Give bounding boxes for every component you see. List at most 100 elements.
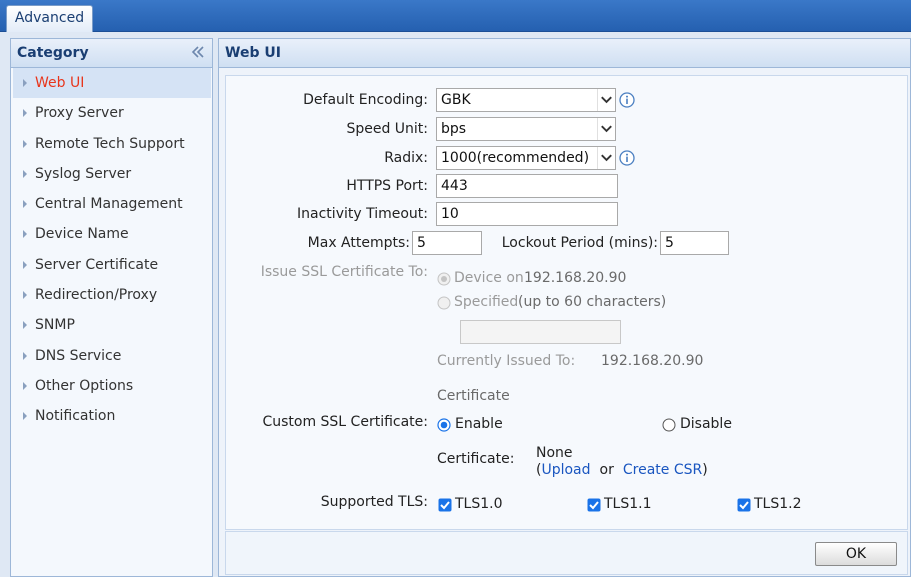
sidebar-item-label: Redirection/Proxy <box>35 287 158 304</box>
chevron-right-icon <box>23 79 27 87</box>
specified-input[interactable] <box>460 320 621 344</box>
radix-select[interactable]: 1000(recommended) <box>436 146 616 170</box>
currently-issued-value: 192.168.20.90 <box>601 353 704 369</box>
sidebar-item-web-ui[interactable]: Web UI <box>13 68 211 99</box>
web-ui-panel: Web UI Default Encoding: GBK Speed Unit:… <box>218 38 911 577</box>
tls12-label: TLS1.2 <box>754 496 802 512</box>
sidebar-list: Web UI Proxy Server Remote Tech Support … <box>11 68 212 432</box>
device-on-radio[interactable] <box>437 272 451 286</box>
tls11-label: TLS1.1 <box>604 496 652 512</box>
lockout-period-input[interactable] <box>660 231 729 255</box>
certificate-value: None <box>536 445 573 461</box>
sidebar-item-label: Other Options <box>35 377 134 394</box>
speed-unit-label: Speed Unit: <box>346 121 428 137</box>
disable-label: Disable <box>680 416 732 432</box>
chevron-down-icon <box>597 147 612 169</box>
device-on-label: Device on <box>454 270 524 286</box>
disable-radio[interactable] <box>662 418 676 432</box>
sidebar-item-label: Device Name <box>35 226 129 243</box>
chevron-right-icon <box>23 260 27 269</box>
sidebar-item-remote-tech-support[interactable]: Remote Tech Support <box>11 129 212 159</box>
chevron-right-icon <box>23 321 27 330</box>
chevron-right-icon <box>23 200 27 209</box>
max-attempts-input[interactable] <box>412 231 482 255</box>
chevron-right-icon <box>23 381 27 390</box>
chevron-right-icon <box>23 412 27 421</box>
default-encoding-value: GBK <box>441 92 471 108</box>
chevron-right-icon <box>23 109 27 118</box>
supported-tls-label: Supported TLS: <box>320 494 428 510</box>
sidebar-title: Category <box>17 45 89 61</box>
specified-radio[interactable] <box>437 296 451 310</box>
sidebar-item-notification[interactable]: Notification <box>11 401 212 431</box>
sidebar-item-label: Web UI <box>35 75 85 91</box>
certificate-label: Certificate: <box>437 451 515 467</box>
issue-ssl-label: Issue SSL Certificate To: <box>260 264 428 280</box>
sidebar-item-label: Central Management <box>35 196 183 213</box>
sidebar-item-snmp[interactable]: SNMP <box>11 310 212 340</box>
sidebar-item-syslog-server[interactable]: Syslog Server <box>11 159 212 189</box>
tab-advanced[interactable]: Advanced <box>6 5 93 32</box>
speed-unit-value: bps <box>441 121 467 137</box>
device-ip-value: 192.168.20.90 <box>524 270 627 286</box>
sidebar-item-proxy-server[interactable]: Proxy Server <box>11 98 212 128</box>
tls10-checkbox[interactable] <box>438 498 452 512</box>
sidebar-item-device-name[interactable]: Device Name <box>11 219 212 249</box>
chevron-right-icon <box>23 351 27 360</box>
speed-unit-select[interactable]: bps <box>436 117 616 141</box>
sidebar-header: Category <box>11 39 212 68</box>
category-sidebar: Category Web UI Proxy Server Remote Tech… <box>10 38 213 577</box>
specified-label: Specified <box>454 294 519 310</box>
chevron-right-icon <box>23 139 27 148</box>
sidebar-item-label: DNS Service <box>35 347 122 364</box>
tls10-label: TLS1.0 <box>455 496 503 512</box>
enable-radio[interactable] <box>437 418 451 432</box>
top-tab-bar: Advanced <box>0 0 911 32</box>
tls11-checkbox[interactable] <box>587 498 601 512</box>
sidebar-item-label: SNMP <box>35 317 75 334</box>
https-port-input[interactable] <box>436 174 618 198</box>
radix-label: Radix: <box>384 150 428 166</box>
default-encoding-label: Default Encoding: <box>303 92 428 108</box>
ok-button[interactable]: OK <box>815 542 897 566</box>
default-encoding-select[interactable]: GBK <box>436 88 616 112</box>
sidebar-item-label: Remote Tech Support <box>35 135 185 152</box>
tls12-checkbox[interactable] <box>737 498 751 512</box>
inactivity-timeout-label: Inactivity Timeout: <box>297 206 428 222</box>
custom-ssl-label: Custom SSL Certificate: <box>262 414 428 430</box>
info-icon[interactable] <box>619 92 635 108</box>
chevron-right-icon <box>23 291 27 300</box>
close-paren: ) <box>702 462 708 478</box>
create-csr-link[interactable]: Create CSR <box>623 462 702 478</box>
sidebar-item-dns-service[interactable]: DNS Service <box>11 341 212 371</box>
chevron-right-icon <box>23 169 27 178</box>
certificate-actions: (Upload or Create CSR) <box>536 462 708 478</box>
sidebar-item-label: Proxy Server <box>35 105 124 122</box>
sidebar-item-central-management[interactable]: Central Management <box>11 189 212 219</box>
sidebar-item-other-options[interactable]: Other Options <box>11 371 212 401</box>
specified-hint: (up to 60 characters) <box>518 294 667 310</box>
panel-footer: OK <box>225 531 908 575</box>
inactivity-timeout-input[interactable] <box>436 202 618 226</box>
max-attempts-label: Max Attempts: <box>307 235 410 251</box>
sidebar-item-redirection-proxy[interactable]: Redirection/Proxy <box>11 280 212 310</box>
https-port-label: HTTPS Port: <box>346 178 428 194</box>
collapse-left-icon[interactable] <box>190 44 206 60</box>
panel-header: Web UI <box>219 39 910 68</box>
upload-link[interactable]: Upload <box>541 462 590 478</box>
certificate-section-heading: Certificate <box>437 388 510 404</box>
or-text: or <box>599 462 614 478</box>
chevron-down-icon <box>597 118 612 140</box>
sidebar-item-label: Syslog Server <box>35 165 132 182</box>
info-icon[interactable] <box>619 150 635 166</box>
settings-form: Default Encoding: GBK Speed Unit: bps Ra… <box>225 75 908 530</box>
enable-label: Enable <box>455 416 503 432</box>
currently-issued-label: Currently Issued To: <box>437 353 576 369</box>
page-title: Web UI <box>225 45 281 61</box>
chevron-down-icon <box>597 89 612 111</box>
chevron-right-icon <box>23 230 27 239</box>
sidebar-item-label: Server Certificate <box>35 256 159 273</box>
radix-value: 1000(recommended) <box>441 150 590 166</box>
lockout-period-label: Lockout Period (mins): <box>501 235 658 251</box>
sidebar-item-server-certificate[interactable]: Server Certificate <box>11 250 212 280</box>
